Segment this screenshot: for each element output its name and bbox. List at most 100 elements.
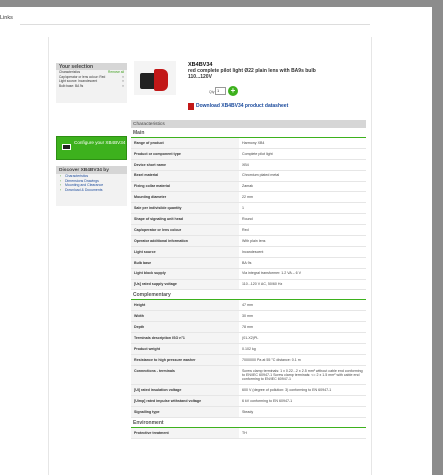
- product-image: [134, 61, 176, 95]
- table-row: Signalling type Steady: [131, 407, 366, 418]
- row-label: Width: [131, 311, 239, 322]
- table-row: Mounting diameter 22 mm: [131, 192, 366, 204]
- row-value: Zamak: [242, 184, 253, 189]
- row-label: Light source: [131, 246, 239, 257]
- section-title: Main: [131, 128, 366, 138]
- row-value: Chromium plated metal: [242, 173, 280, 178]
- row-value: 78 mm: [242, 325, 253, 330]
- discover-title: Discover XB4BV34 by: [56, 166, 127, 174]
- row-value: Harmony XB4: [242, 140, 265, 145]
- configurator-icon: [62, 144, 71, 150]
- discover-panel: Discover XB4BV34 by Characteristics Dime…: [56, 166, 127, 206]
- add-to-cart-button[interactable]: +: [228, 86, 238, 96]
- table-row: Product weight 0.102 kg: [131, 344, 366, 355]
- table-row: Protective treatment TH: [131, 427, 366, 439]
- row-label: Product or component type: [131, 148, 239, 159]
- row-value: 0.102 kg: [242, 346, 256, 351]
- row-label: Range of product: [131, 138, 239, 148]
- row-label: Bulb base: [131, 257, 239, 268]
- table-row: Connections - terminals Screw clamp termi…: [131, 365, 366, 386]
- row-label: Height: [131, 300, 239, 311]
- table-row: Depth 78 mm: [131, 322, 366, 334]
- row-value: TH: [242, 430, 247, 435]
- table-row: Fixing collar material Zamak: [131, 181, 366, 193]
- table-row: Light source Incandescent: [131, 246, 366, 258]
- configure-button[interactable]: Configure your XB4BV34: [56, 136, 127, 160]
- row-label: Operator additional information: [131, 236, 239, 246]
- table-row: Sale per indivisible quantity 1: [131, 203, 366, 215]
- links-tab[interactable]: Links: [0, 15, 13, 21]
- quantity-input[interactable]: 1: [215, 87, 226, 95]
- configure-label: Configure your XB4BV34: [74, 140, 126, 145]
- pdf-icon: [188, 103, 194, 110]
- tab-divider: [20, 24, 370, 25]
- characteristics-title: Characteristics: [131, 120, 366, 128]
- row-label: Depth: [131, 322, 239, 333]
- table-row: Product or component type Complete pilot …: [131, 148, 366, 160]
- row-value: 30 mm: [242, 314, 253, 319]
- row-label: Connections - terminals: [131, 365, 239, 385]
- table-row: [Uimp] rated impulse withstand voltage 6 …: [131, 396, 366, 408]
- row-label: Device short name: [131, 159, 239, 170]
- row-label: [Uimp] rated impulse withstand voltage: [131, 396, 239, 407]
- row-label: Terminals description ISO n°1: [131, 333, 239, 344]
- quantity-label: Qty: [209, 90, 215, 94]
- row-value: 1: [242, 206, 244, 211]
- section-title: Environment: [131, 418, 366, 428]
- row-value: 22 mm: [242, 195, 253, 200]
- row-label: Shape of signaling unit head: [131, 214, 239, 225]
- product-description: red complete pilot light Ø22 plain lens …: [188, 68, 316, 80]
- characteristics-table: Characteristics Main Range of product Harm…: [131, 120, 366, 439]
- row-value: (01-X2)PL: [242, 335, 259, 340]
- row-label: Resistance to high pressure washer: [131, 354, 239, 365]
- row-value: 110...120 V AC, 50/60 Hz: [242, 282, 283, 287]
- table-row: Shape of signaling unit head Round: [131, 214, 366, 226]
- row-value: 6 kV conforming to EN 60947-1: [242, 398, 293, 403]
- row-label: Light block supply: [131, 268, 239, 279]
- row-value: With plain lens: [242, 238, 266, 243]
- section-title: Complementary: [131, 290, 366, 301]
- row-label: Protective treatment: [131, 427, 239, 438]
- remove-filter-icon[interactable]: ×: [122, 84, 124, 89]
- datasheet-link[interactable]: Download XB4BV34 product datasheet: [196, 103, 288, 109]
- row-value: Screw clamp terminals: 1 x 0.22...2 x 2.…: [242, 368, 363, 382]
- row-value: XB4: [242, 162, 249, 167]
- row-label: Mounting diameter: [131, 192, 239, 203]
- row-label: Bezel material: [131, 170, 239, 181]
- row-value: Round: [242, 217, 253, 222]
- selection-title: Your selection: [56, 63, 127, 70]
- row-value: BA 9s: [242, 260, 252, 265]
- table-row: Resistance to high pressure washer 700000…: [131, 354, 366, 366]
- pilot-light-lens: [154, 69, 168, 91]
- row-label: Product weight: [131, 344, 239, 354]
- row-label: Fixing collar material: [131, 181, 239, 192]
- table-row: Terminals description ISO n°1 (01-X2)PL: [131, 333, 366, 345]
- discover-link-downloads[interactable]: Download & Documents: [56, 188, 127, 193]
- row-label: Cap/operator or lens colour: [131, 225, 239, 236]
- table-row: Range of product Harmony XB4: [131, 138, 366, 149]
- row-value: Via integral transformer: 1.2 VA – 6 V: [242, 271, 301, 276]
- table-row: Width 30 mm: [131, 311, 366, 323]
- table-row: Cap/operator or lens colour Red: [131, 225, 366, 237]
- row-value: 47 mm: [242, 303, 253, 308]
- row-label: [Us] rated supply voltage: [131, 279, 239, 290]
- row-value: 600 V (degree of pollution: 3) conformin…: [242, 388, 332, 393]
- selection-characteristics-label: Characteristics: [59, 70, 81, 74]
- table-row: Device short name XB4: [131, 159, 366, 171]
- row-label: [Ui] rated insulation voltage: [131, 385, 239, 396]
- row-value: 7000000 Pa at 55 °C distance: 0.1 m: [242, 357, 301, 362]
- row-label: Sale per indivisible quantity: [131, 203, 239, 214]
- selection-item: Bulb base: BA 9s ×: [59, 83, 124, 89]
- browser-frame: Links Your selection Characteristics Rem…: [0, 0, 443, 475]
- selection-panel: Your selection Characteristics Remove al…: [56, 63, 127, 103]
- table-row: Bezel material Chromium plated metal: [131, 170, 366, 182]
- table-row: Height 47 mm: [131, 300, 366, 312]
- table-row: Operator additional information With plai…: [131, 236, 366, 247]
- row-value: Red: [242, 227, 249, 232]
- row-value: Steady: [242, 409, 254, 414]
- row-label: Signalling type: [131, 407, 239, 417]
- table-row: [Us] rated supply voltage 110...120 V AC,…: [131, 279, 366, 291]
- table-row: [Ui] rated insulation voltage 600 V (degr…: [131, 385, 366, 397]
- page: Links Your selection Characteristics Rem…: [0, 7, 432, 475]
- row-value: Complete pilot light: [242, 151, 273, 156]
